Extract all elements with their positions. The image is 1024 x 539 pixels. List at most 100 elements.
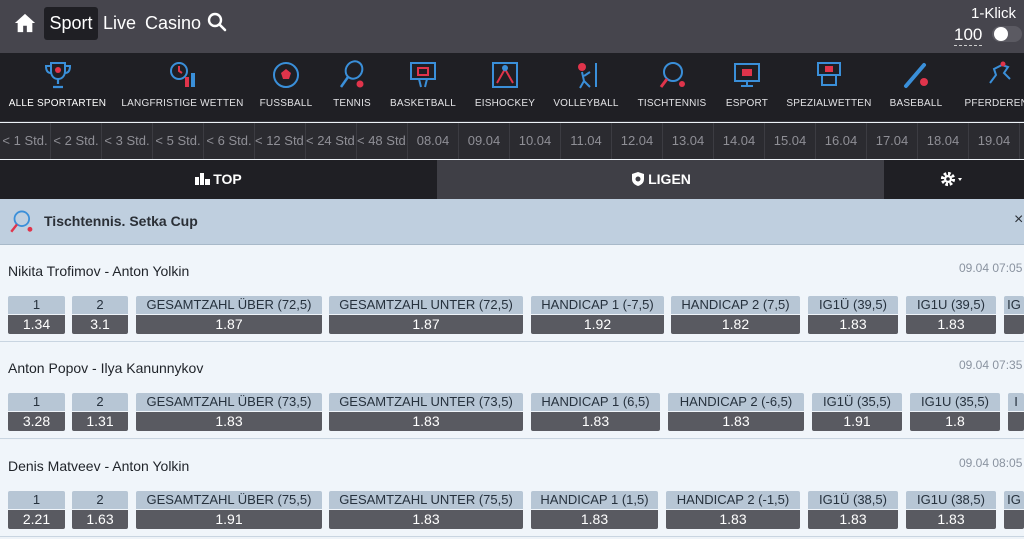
odd-value: 1.87 [136,315,322,334]
search-icon[interactable] [207,12,227,32]
date-filter[interactable]: 12.04 [612,123,663,159]
sport-esport[interactable]: ESPORT [718,53,776,121]
sport-baseball[interactable]: BASEBALL [882,53,950,121]
date-filter[interactable]: 13.04 [663,123,714,159]
odd-label: GESAMTZAHL ÜBER (75,5) [136,491,322,509]
match-name[interactable]: Anton Popov - Ilya Kanunnykov [8,360,203,376]
odd-button[interactable]: I [1008,393,1024,431]
sport-label: FUSSBALL [259,98,313,109]
odd-value: 1.83 [531,412,660,431]
odd-label: I [1008,393,1024,411]
sport-basketball[interactable]: BASKETBALL [382,53,464,121]
odd-button[interactable]: 1 3.28 [8,393,65,431]
odd-button[interactable]: 1 1.34 [8,296,65,334]
odd-button[interactable]: 2 1.31 [72,393,128,431]
date-filter[interactable]: 18.04 [918,123,969,159]
odd-value: 1.31 [72,412,128,431]
sport-horse-racing[interactable]: PFERDERENN [950,53,1024,121]
odd-label: GESAMTZAHL ÜBER (72,5) [136,296,322,314]
match-name[interactable]: Nikita Trofimov - Anton Yolkin [8,263,189,279]
table-tennis-icon [659,62,685,88]
odd-button[interactable]: HANDICAP 2 (-6,5) 1.83 [668,393,804,431]
sport-volleyball[interactable]: VOLLEYBALL [546,53,626,121]
odd-button[interactable]: HANDICAP 1 (6,5) 1.83 [531,393,660,431]
home-icon[interactable] [14,12,36,34]
shield-icon [632,171,645,186]
settings-dropdown[interactable] [884,160,1024,199]
odd-value: 3.28 [8,412,65,431]
date-filter[interactable]: < 5 Std. [153,123,204,159]
date-filter-bar: < 1 Std. < 2 Std. < 3 Std. < 5 Std. < 6 … [0,123,1024,159]
tab-ligen[interactable]: LIGEN [437,160,884,199]
odd-button[interactable]: HANDICAP 2 (7,5) 1.82 [671,296,800,334]
odd-button[interactable]: GESAMTZAHL ÜBER (73,5) 1.83 [136,393,322,431]
nav-casino[interactable]: Casino [145,7,201,40]
date-filter[interactable]: 17.04 [867,123,918,159]
one-click-label: 1-Klick [970,5,1016,22]
one-click-amount[interactable]: 100 [954,25,983,46]
long-term-bets-icon [169,62,195,87]
odd-button[interactable]: 2 3.1 [72,296,128,334]
match-row: Anton Popov - Ilya Kanunnykov 09.04 07:3… [0,342,1024,439]
match-name[interactable]: Denis Matveev - Anton Yolkin [8,458,189,474]
odd-value: 1.82 [671,315,800,334]
sport-label: BASEBALL [889,98,943,109]
nav-sport[interactable]: Sport [44,7,98,40]
odd-button[interactable]: IG1U (38,5) 1.83 [906,491,996,529]
date-filter[interactable]: 16.04 [816,123,867,159]
date-filter[interactable]: 11.04 [561,123,612,159]
sport-special-bets[interactable]: SPEZIALWETTEN [776,53,882,121]
sport-label: VOLLEYBALL [553,98,619,109]
odd-button[interactable]: 1 2.21 [8,491,65,529]
odd-button[interactable]: GESAMTZAHL UNTER (73,5) 1.83 [329,393,523,431]
odd-button[interactable]: HANDICAP 1 (1,5) 1.83 [531,491,658,529]
odd-button[interactable]: IG1Ü (38,5) 1.83 [808,491,898,529]
date-filter[interactable]: < 6 Std. [204,123,255,159]
date-filter[interactable]: < 2 Std. [51,123,102,159]
one-click-toggle[interactable] [992,26,1022,42]
odd-button[interactable]: IG [1004,296,1024,334]
sport-table-tennis[interactable]: TISCHTENNIS [626,53,718,121]
date-filter[interactable]: < 1 Std. [0,123,51,159]
odd-value: 1.83 [808,510,898,529]
sport-all[interactable]: ALLE SPORTARTEN [0,53,115,121]
odd-button[interactable]: GESAMTZAHL ÜBER (75,5) 1.91 [136,491,322,529]
nav-live[interactable]: Live [103,7,136,40]
odd-button[interactable]: GESAMTZAHL ÜBER (72,5) 1.87 [136,296,322,334]
odd-button[interactable]: HANDICAP 1 (-7,5) 1.92 [531,296,664,334]
date-filter[interactable]: 09.04 [459,123,510,159]
sport-long-term[interactable]: LANGFRISTIGE WETTEN [115,53,250,121]
close-icon[interactable]: × [1014,211,1023,229]
trophy-icon [44,62,71,89]
date-filter[interactable]: 10.04 [510,123,561,159]
odd-button[interactable]: IG [1004,491,1024,529]
sport-football[interactable]: FUSSBALL [250,53,322,121]
odd-value: 1.83 [906,510,996,529]
odd-button[interactable]: IG1Ü (35,5) 1.91 [812,393,902,431]
baseball-icon [904,63,928,88]
odd-button[interactable]: 2 1.63 [72,491,128,529]
tab-top[interactable]: TOP [0,160,437,199]
odd-button[interactable]: GESAMTZAHL UNTER (75,5) 1.83 [329,491,523,529]
date-filter[interactable]: 15.04 [765,123,816,159]
odd-button[interactable]: IG1U (39,5) 1.83 [906,296,996,334]
odd-label: GESAMTZAHL UNTER (72,5) [329,296,523,314]
odd-value: 1.83 [136,412,322,431]
date-filter[interactable]: < 24 Std. [306,123,357,159]
odd-button[interactable]: GESAMTZAHL UNTER (72,5) 1.87 [329,296,523,334]
sport-ice-hockey[interactable]: EISHOCKEY [464,53,546,121]
date-filter[interactable]: 08.04 [408,123,459,159]
date-filter[interactable]: < 48 Std. [357,123,408,159]
league-header[interactable]: Tischtennis. Setka Cup × [0,199,1024,245]
odd-button[interactable]: HANDICAP 2 (-1,5) 1.83 [666,491,800,529]
date-filter[interactable]: < 3 Std. [102,123,153,159]
odd-button[interactable]: IG1U (35,5) 1.8 [910,393,1000,431]
sport-tennis[interactable]: TENNIS [322,53,382,121]
odd-button[interactable]: IG1Ü (39,5) 1.83 [808,296,898,334]
football-icon [273,62,299,88]
date-filter[interactable]: 19.04 [969,123,1020,159]
date-filter[interactable]: 14.04 [714,123,765,159]
odd-value: 1.92 [531,315,664,334]
odd-label: 2 [72,491,128,509]
date-filter[interactable]: < 12 Std. [255,123,306,159]
